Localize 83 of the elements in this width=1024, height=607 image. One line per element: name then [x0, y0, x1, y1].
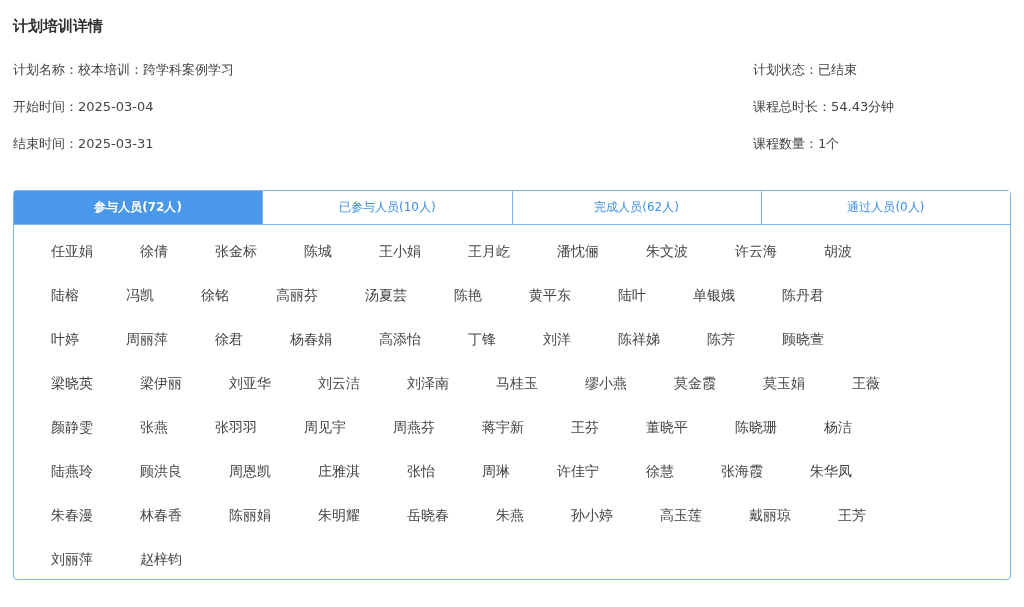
person-name: 叶婷: [51, 330, 79, 349]
person-name: 赵梓钧: [140, 550, 182, 569]
person-name: 张羽羽: [215, 418, 257, 437]
person-name: 周见宇: [304, 418, 346, 437]
person-name: 高玉莲: [660, 506, 702, 525]
person-name: 单银娥: [693, 286, 735, 305]
info-field: 课程总时长：54.43分钟: [753, 97, 1011, 117]
person-name: 徐倩: [140, 242, 168, 261]
person-name: 冯凯: [126, 286, 154, 305]
person-name: 许云海: [735, 242, 777, 261]
person-name: 王小娟: [379, 242, 421, 261]
person-name: 陈城: [304, 242, 332, 261]
tab[interactable]: 通过人员(0人): [761, 191, 1010, 225]
person-name: 王芳: [838, 506, 866, 525]
person-name: 马桂玉: [496, 374, 538, 393]
person-name: 陈丽娟: [229, 506, 271, 525]
tab[interactable]: 参与人员(72人): [14, 191, 264, 225]
info-field: 课程数量：1个: [753, 134, 1011, 154]
person-name: 颜静雯: [51, 418, 93, 437]
person-name: 张怡: [407, 462, 435, 481]
person-name: 刘泽南: [407, 374, 449, 393]
person-name: 莫金霞: [674, 374, 716, 393]
person-name: 朱华凤: [810, 462, 852, 481]
person-name: 董晓平: [646, 418, 688, 437]
person-name: 许佳宁: [557, 462, 599, 481]
person-name: 陆榕: [51, 286, 79, 305]
person-name: 徐君: [215, 330, 243, 349]
tab[interactable]: 完成人员(62人): [512, 191, 762, 225]
person-name: 刘丽萍: [51, 550, 93, 569]
person-name: 戴丽琼: [749, 506, 791, 525]
person-name: 岳晓春: [407, 506, 449, 525]
person-name: 朱文波: [646, 242, 688, 261]
person-name: 朱明耀: [318, 506, 360, 525]
person-name: 高丽芬: [276, 286, 318, 305]
person-name: 刘云洁: [318, 374, 360, 393]
person-name: 张金标: [215, 242, 257, 261]
person-name: 王薇: [852, 374, 880, 393]
person-name: 高添怡: [379, 330, 421, 349]
person-name: 顾晓萱: [782, 330, 824, 349]
person-name: 朱燕: [496, 506, 524, 525]
person-name: 陈祥娣: [618, 330, 660, 349]
person-name: 周燕芬: [393, 418, 435, 437]
person-name: 顾洪良: [140, 462, 182, 481]
person-name: 陆燕玲: [51, 462, 93, 481]
person-name: 缪小燕: [585, 374, 627, 393]
person-name: 陈艳: [454, 286, 482, 305]
page-title: 计划培训详情: [13, 16, 104, 37]
person-name: 莫玉娟: [763, 374, 805, 393]
person-name: 刘洋: [543, 330, 571, 349]
person-name: 周丽萍: [126, 330, 168, 349]
person-name: 蒋宇新: [482, 418, 524, 437]
person-name: 任亚娟: [51, 242, 93, 261]
person-name: 汤夏芸: [365, 286, 407, 305]
person-name: 潘忱俪: [557, 242, 599, 261]
person-name: 黄平东: [529, 286, 571, 305]
person-name: 张燕: [140, 418, 168, 437]
person-name: 周琳: [482, 462, 510, 481]
person-name: 庄雅淇: [318, 462, 360, 481]
person-name: 周恩凯: [229, 462, 271, 481]
person-name: 杨春娟: [290, 330, 332, 349]
person-name: 梁伊丽: [140, 374, 182, 393]
info-field: 结束时间：2025-03-31: [13, 134, 234, 154]
info-field: 计划状态：已结束: [753, 60, 1011, 80]
person-name: 陈晓珊: [735, 418, 777, 437]
person-name: 陆叶: [618, 286, 646, 305]
person-name: 林春香: [140, 506, 182, 525]
person-name: 朱春漫: [51, 506, 93, 525]
person-name: 陈丹君: [782, 286, 824, 305]
person-name: 梁晓英: [51, 374, 93, 393]
info-field: 计划名称：校本培训：跨学科案例学习: [13, 60, 234, 80]
person-name: 陈芳: [707, 330, 735, 349]
info-field: 开始时间：2025-03-04: [13, 97, 234, 117]
person-name: 刘亚华: [229, 374, 271, 393]
person-name: 孙小婷: [571, 506, 613, 525]
tab[interactable]: 已参与人员(10人): [263, 191, 513, 225]
person-name: 胡波: [824, 242, 852, 261]
person-name: 丁锋: [468, 330, 496, 349]
person-name: 徐慧: [646, 462, 674, 481]
person-name: 张海霞: [721, 462, 763, 481]
person-name: 徐铭: [201, 286, 229, 305]
person-name: 王芬: [571, 418, 599, 437]
person-name: 王月屹: [468, 242, 510, 261]
person-name: 杨洁: [824, 418, 852, 437]
